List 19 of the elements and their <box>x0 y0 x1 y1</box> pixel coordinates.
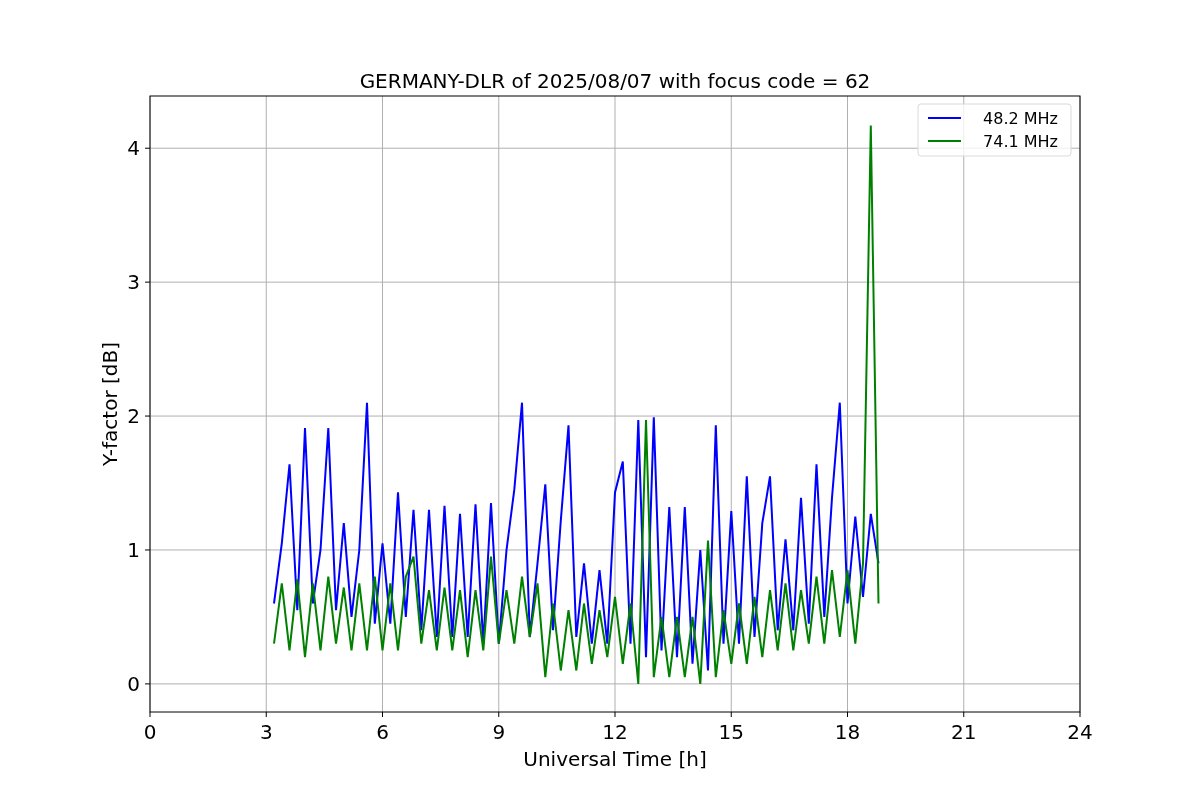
tick-label: 24 <box>1067 720 1093 744</box>
tick-label: 2 <box>127 404 140 429</box>
tick-label: 12 <box>602 720 628 744</box>
tick-label: 6 <box>376 720 389 744</box>
tick-label: 3 <box>259 720 273 744</box>
tick-label: 21 <box>951 720 977 744</box>
axis-label: Universal Time [h] <box>523 747 707 771</box>
tick-label: 18 <box>834 720 861 744</box>
chart-title: GERMANY-DLR of 2025/08/07 with focus code = 62 <box>359 69 871 93</box>
tick-label: 3 <box>127 270 140 295</box>
tick-label: 9 <box>492 720 506 744</box>
legend-label: 48.2 MHz <box>983 109 1058 128</box>
tick-label: 4 <box>127 136 140 161</box>
legend-label: 74.1 MHz <box>983 132 1058 151</box>
tick-label: 1 <box>127 537 140 562</box>
tick-label: 0 <box>143 720 157 744</box>
tick-label: 0 <box>127 671 140 696</box>
tick-label: 15 <box>718 720 744 744</box>
axis-label: Y-factor [dB] <box>98 342 122 466</box>
